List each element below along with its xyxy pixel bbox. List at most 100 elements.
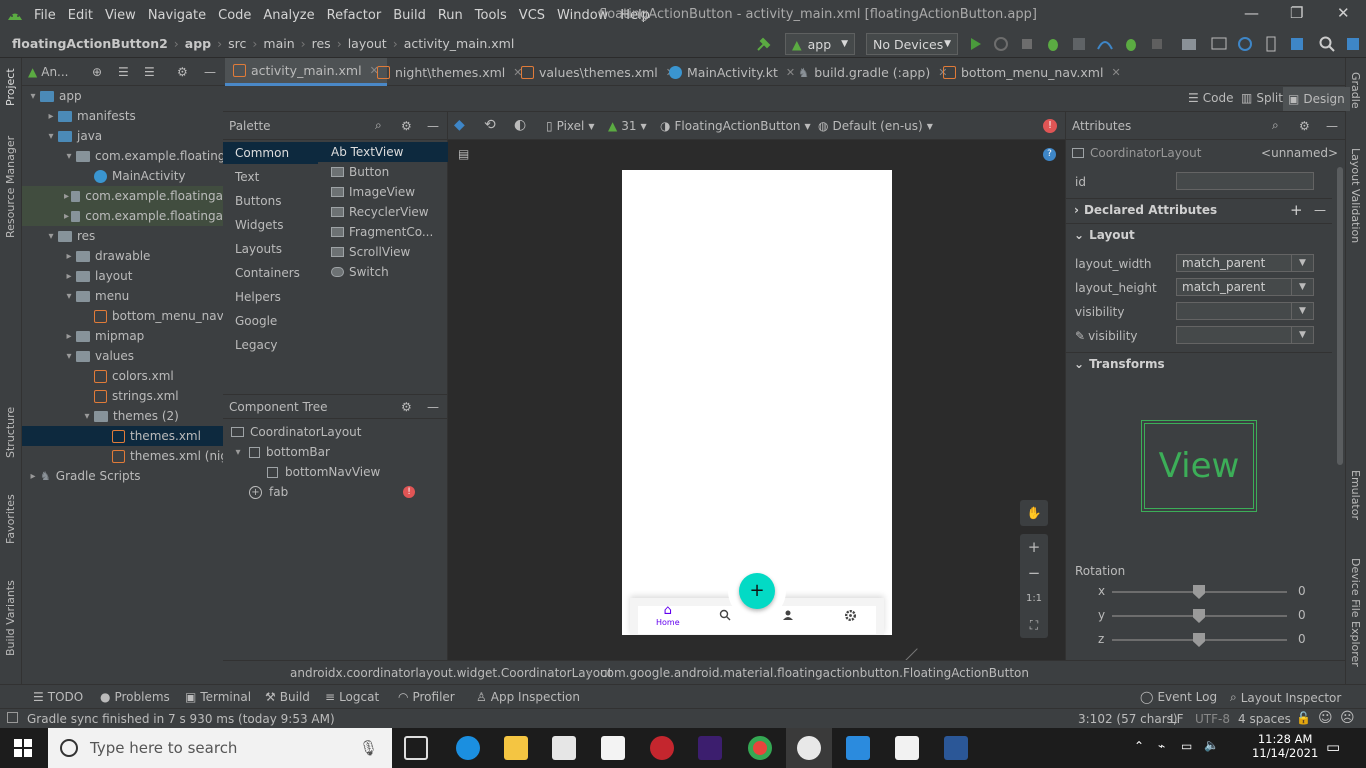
chevron-right-icon[interactable]: ▸ bbox=[62, 331, 76, 342]
word-icon[interactable] bbox=[944, 736, 968, 760]
category-buttons[interactable]: Buttons bbox=[235, 194, 281, 208]
build-tool-button[interactable]: ⚒ Build bbox=[265, 690, 310, 704]
crumb-file[interactable]: activity_main.xml bbox=[404, 36, 515, 51]
category-helpers[interactable]: Helpers bbox=[235, 290, 281, 304]
chevron-down-icon[interactable]: ▾ bbox=[62, 291, 76, 302]
file-explorer-icon[interactable] bbox=[504, 736, 528, 760]
line-separator[interactable]: LF bbox=[1170, 712, 1184, 726]
tab-activity-main[interactable]: activity_main.xml ✕ bbox=[225, 58, 387, 86]
crumb-layout[interactable]: layout bbox=[348, 36, 387, 51]
pan-icon[interactable]: ✋ bbox=[1020, 500, 1048, 526]
store-icon[interactable] bbox=[552, 736, 576, 760]
slider-thumb[interactable] bbox=[1193, 609, 1205, 623]
locate-icon[interactable]: ⊕ bbox=[92, 65, 102, 79]
chevron-up-icon[interactable]: ⌃ bbox=[1134, 739, 1144, 753]
volume-icon[interactable]: 🔈 bbox=[1204, 738, 1219, 752]
tree-item[interactable]: ▸ ♞ Gradle Scripts bbox=[26, 466, 140, 486]
status-message[interactable]: Gradle sync finished in 7 s 930 ms (toda… bbox=[27, 712, 335, 726]
debug-icon[interactable] bbox=[1044, 35, 1062, 53]
antivirus-icon[interactable] bbox=[650, 736, 674, 760]
crumb-res[interactable]: res bbox=[312, 36, 331, 51]
menu-refactor[interactable]: Refactor bbox=[327, 8, 382, 23]
chevron-down-icon[interactable]: ▾ bbox=[44, 131, 58, 142]
tree-item[interactable]: ▸ manifests bbox=[44, 106, 135, 126]
orientation-icon[interactable]: ⟲ bbox=[484, 117, 496, 133]
todo-tool-button[interactable]: ☰ TODO bbox=[33, 690, 83, 704]
tree-item[interactable]: ▸ layout bbox=[62, 266, 132, 286]
tab-main-activity[interactable]: MainActivity.kt ✕ bbox=[661, 58, 803, 86]
design-mode-button[interactable]: ▣ Design bbox=[1283, 87, 1350, 111]
palette-item-fragmentcontainer[interactable]: FragmentCo... bbox=[331, 225, 433, 239]
palette-item-switch[interactable]: Switch bbox=[331, 265, 389, 279]
terminal-tool-button[interactable]: ▣ Terminal bbox=[185, 690, 251, 704]
menu-build[interactable]: Build bbox=[393, 8, 426, 23]
palette-item-imageview[interactable]: ImageView bbox=[331, 185, 415, 199]
path-coordinatorlayout[interactable]: androidx.coordinatorlayout.widget.Coordi… bbox=[290, 666, 612, 680]
attributes-scrollbar[interactable] bbox=[1337, 167, 1343, 465]
taskbar-search[interactable]: Type here to search 🎙 bbox=[48, 728, 392, 768]
chevron-right-icon[interactable]: ▸ bbox=[62, 251, 76, 262]
tree-node-bottomnavview[interactable]: bottomNavView bbox=[267, 462, 380, 482]
api-select[interactable]: ▲ 31 ▼ bbox=[608, 119, 647, 133]
menu-analyze[interactable]: Analyze bbox=[263, 8, 314, 23]
tree-node-coordinatorlayout[interactable]: CoordinatorLayout bbox=[231, 422, 361, 442]
app-inspection-tool-button[interactable]: ♙ App Inspection bbox=[476, 690, 580, 704]
resource-manager-tool-tab[interactable]: Resource Manager bbox=[4, 136, 17, 238]
battery-icon[interactable]: ▭ bbox=[1181, 739, 1192, 753]
search-icon[interactable]: ⌕ bbox=[375, 118, 382, 133]
tree-item[interactable]: ▾ menu bbox=[62, 286, 129, 306]
settings-icon[interactable] bbox=[844, 609, 857, 622]
id-input[interactable] bbox=[1176, 172, 1314, 190]
slider-thumb[interactable] bbox=[1193, 585, 1205, 599]
run-icon[interactable] bbox=[966, 35, 984, 53]
chevron-right-icon[interactable]: ▸ bbox=[26, 471, 40, 482]
account-icon[interactable] bbox=[1344, 35, 1362, 53]
menu-run[interactable]: Run bbox=[438, 8, 463, 23]
visual-studio-icon[interactable] bbox=[698, 736, 722, 760]
crumb-project[interactable]: floatingActionButton2 bbox=[12, 36, 168, 51]
menu-file[interactable]: File bbox=[34, 8, 56, 23]
indent-setting[interactable]: 4 spaces bbox=[1238, 712, 1291, 726]
caret-position[interactable]: 3:102 (57 chars) bbox=[1078, 712, 1178, 726]
tree-item[interactable]: bottom_menu_nav. bbox=[80, 306, 227, 326]
run-config-select[interactable]: ▲ app ▼ bbox=[785, 33, 855, 55]
android-studio-taskbar-icon[interactable] bbox=[797, 736, 821, 760]
zoom-in-icon[interactable]: + bbox=[1020, 534, 1048, 560]
microphone-icon[interactable]: 🎙 bbox=[359, 739, 378, 757]
tree-node-bottombar[interactable]: ▾ bottomBar bbox=[231, 442, 329, 462]
hammer-icon[interactable] bbox=[755, 35, 773, 53]
menu-vcs[interactable]: VCS bbox=[519, 8, 545, 23]
collapse-all-icon[interactable]: ☰ bbox=[144, 65, 155, 79]
tree-item[interactable]: ▾ java bbox=[44, 126, 102, 146]
tree-item[interactable]: colors.xml bbox=[80, 366, 174, 386]
emulator-tool-tab[interactable]: Emulator bbox=[1349, 470, 1362, 520]
tree-item[interactable]: ▾ app bbox=[26, 86, 81, 106]
layout-inspector-tool-button[interactable]: ⌕ Layout Inspector bbox=[1230, 690, 1341, 705]
problems-tool-button[interactable]: ● Problems bbox=[100, 690, 170, 704]
nav-item-home[interactable]: ⌂ Home bbox=[656, 604, 680, 628]
tree-item[interactable]: ▾ themes (2) bbox=[80, 406, 178, 426]
favorites-tool-tab[interactable]: Favorites bbox=[4, 494, 17, 544]
apply-changes-icon[interactable] bbox=[1018, 35, 1036, 53]
menu-view[interactable]: View bbox=[105, 8, 136, 23]
file-encoding[interactable]: UTF-8 bbox=[1195, 712, 1230, 726]
palette-item-button[interactable]: Button bbox=[331, 165, 389, 179]
category-common[interactable]: Common bbox=[235, 146, 289, 160]
sync-gradle-icon[interactable] bbox=[1236, 35, 1254, 53]
clapper-icon[interactable] bbox=[895, 736, 919, 760]
path-floatingactionbutton[interactable]: com.google.android.material.floatingacti… bbox=[600, 666, 1029, 680]
build-variants-tool-tab[interactable]: Build Variants bbox=[4, 580, 17, 656]
tree-node-fab[interactable]: + fab bbox=[249, 482, 288, 502]
device-select[interactable]: No Devices ▼ bbox=[866, 33, 958, 55]
minimize-icon[interactable]: — bbox=[1244, 4, 1259, 22]
menu-tools[interactable]: Tools bbox=[475, 8, 507, 23]
layout-validation-tool-tab[interactable]: Layout Validation bbox=[1349, 148, 1362, 243]
category-widgets[interactable]: Widgets bbox=[235, 218, 284, 232]
tools-visibility-select[interactable]: ▼ bbox=[1176, 326, 1314, 344]
tree-item[interactable]: ▾ values bbox=[62, 346, 134, 366]
crumb-src[interactable]: src bbox=[228, 36, 246, 51]
layers-icon[interactable]: ◆ bbox=[454, 117, 465, 133]
tree-item[interactable]: ▸ mipmap bbox=[62, 326, 144, 346]
search-icon[interactable]: ⌕ bbox=[1272, 118, 1279, 133]
remove-attribute-icon[interactable]: — bbox=[1314, 203, 1326, 217]
